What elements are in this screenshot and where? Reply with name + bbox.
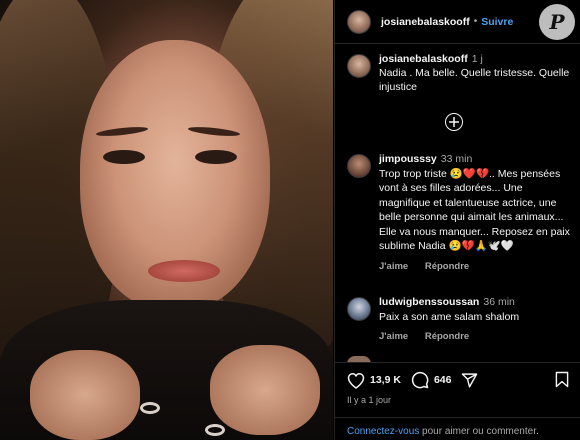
comment-username[interactable]: ludwigbenssoussan — [379, 296, 479, 308]
eye-shape — [195, 150, 237, 164]
comment-item: ludwigbenssoussan 36 min Paix a son ame s… — [347, 295, 573, 345]
hand-shape — [210, 345, 320, 435]
comment-reply-button[interactable]: Répondre — [425, 331, 469, 342]
save-button[interactable] — [555, 371, 569, 393]
caption-time: 1 j — [471, 53, 483, 65]
heart-icon[interactable] — [347, 372, 365, 389]
post-date: Il y a 1 jour — [347, 395, 392, 405]
comment-item: jimpousssy 33 min Trop trop triste 😢❤️💔..… — [347, 152, 573, 274]
comment-text: Paix a son ame salam shalom — [379, 310, 520, 323]
login-prompt: Connectez-vous pour aimer ou commenter. — [335, 417, 580, 440]
comment-text: Trop trop triste 😢❤️💔.. Mes pensées vont… — [379, 167, 570, 253]
plus-icon — [449, 117, 459, 127]
comment-time: 33 min — [440, 153, 473, 165]
author-username[interactable]: josianebalaskooff — [381, 16, 470, 28]
lips-shape — [148, 260, 220, 282]
follow-button[interactable]: Suivre — [481, 16, 513, 28]
post-side-panel: josianebalaskooff • Suivre P josianebala… — [334, 0, 580, 440]
comment-icon[interactable] — [411, 371, 429, 389]
comment-like-button[interactable]: J'aime — [379, 261, 408, 272]
comment-like-button[interactable]: J'aime — [379, 331, 408, 342]
ring-shape — [205, 424, 225, 436]
login-link[interactable]: Connectez-vous — [347, 426, 419, 437]
post-header: josianebalaskooff • Suivre P — [335, 0, 580, 44]
eye-shape — [103, 150, 145, 164]
bookmark-icon[interactable] — [555, 371, 569, 388]
post-image[interactable] — [0, 0, 333, 440]
commenter-avatar[interactable] — [347, 154, 371, 178]
hand-shape — [30, 350, 140, 440]
comment-username[interactable]: jimpousssy — [379, 153, 437, 165]
site-logo: P — [539, 4, 575, 40]
ring-shape — [140, 402, 160, 414]
comment-reply-button[interactable]: Répondre — [425, 261, 469, 272]
caption-text: Nadia . Ma belle. Quelle tristesse. Quel… — [379, 67, 570, 93]
post-caption: josianebalaskooff 1 j Nadia . Ma belle. Q… — [347, 52, 573, 94]
author-avatar[interactable] — [347, 54, 371, 78]
load-more-comments-button[interactable] — [445, 113, 463, 131]
separator-dot: • — [473, 16, 478, 27]
post-actions-bar: 13,9 K 646 Il y a 1 jour Connectez-vous … — [335, 362, 580, 440]
comments-count[interactable]: 646 — [434, 374, 452, 386]
site-logo-letter: P — [549, 10, 565, 34]
share-icon[interactable] — [461, 372, 478, 389]
login-prompt-text: pour aimer ou commenter. — [419, 426, 539, 437]
comment-time: 36 min — [483, 296, 515, 308]
commenter-avatar[interactable] — [347, 297, 371, 321]
caption-username[interactable]: josianebalaskooff — [379, 53, 468, 65]
author-avatar[interactable] — [347, 9, 371, 34]
likes-count[interactable]: 13,9 K — [370, 374, 401, 386]
